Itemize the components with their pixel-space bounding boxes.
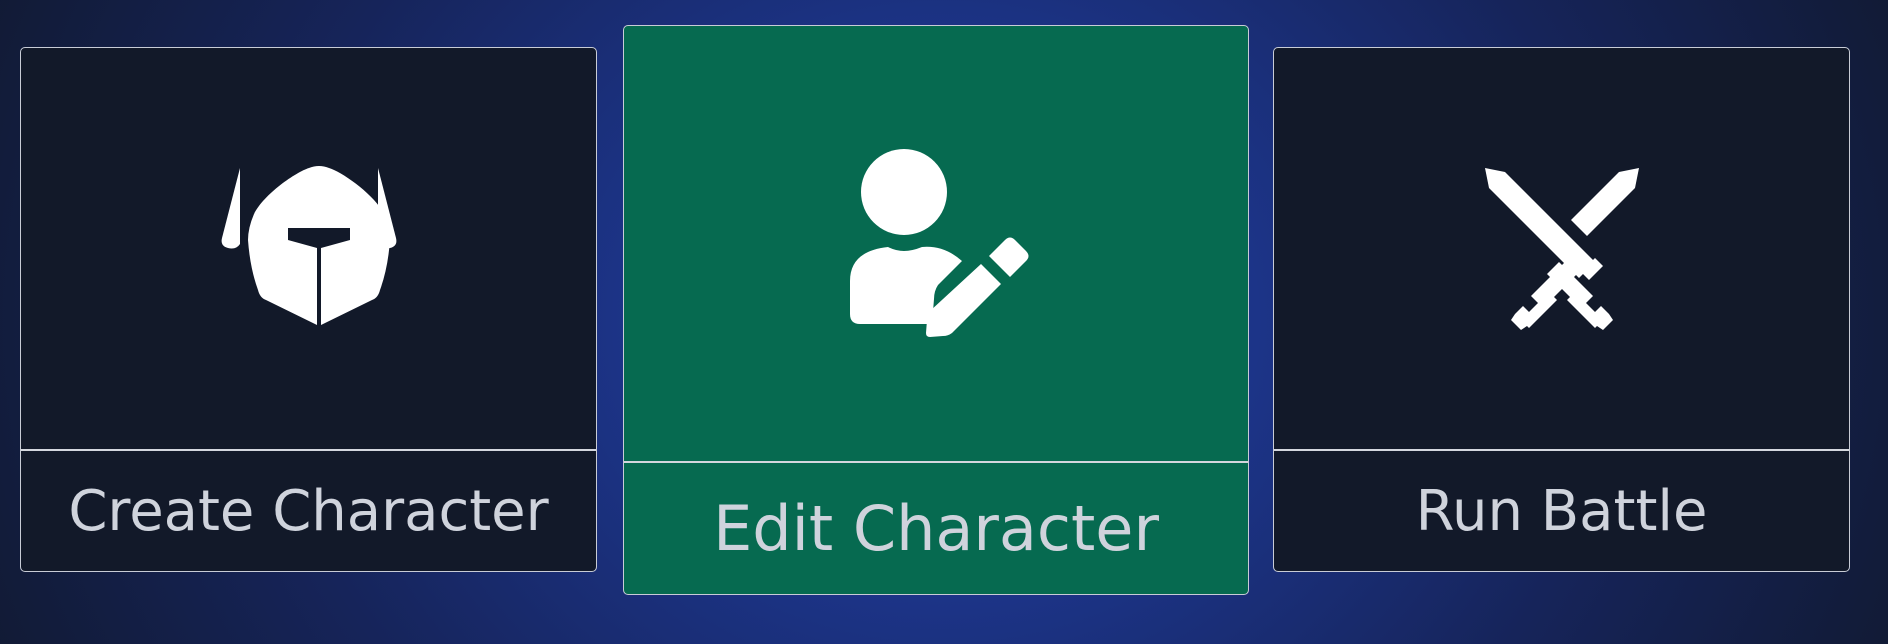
create-character-card[interactable]: Create Character	[20, 47, 597, 572]
user-pen-icon	[850, 148, 1029, 337]
run-battle-icon-area	[1274, 48, 1849, 449]
edit-character-card[interactable]: Edit Character	[623, 25, 1249, 595]
crossed-swords-icon	[1484, 167, 1639, 330]
run-battle-label: Run Battle	[1415, 478, 1708, 544]
edit-character-label: Edit Character	[713, 492, 1159, 565]
create-character-icon-area	[21, 48, 596, 449]
helmet-icon	[221, 165, 396, 325]
run-battle-card[interactable]: Run Battle	[1273, 47, 1850, 572]
edit-character-icon-area	[624, 26, 1248, 461]
create-character-label: Create Character	[68, 478, 549, 544]
